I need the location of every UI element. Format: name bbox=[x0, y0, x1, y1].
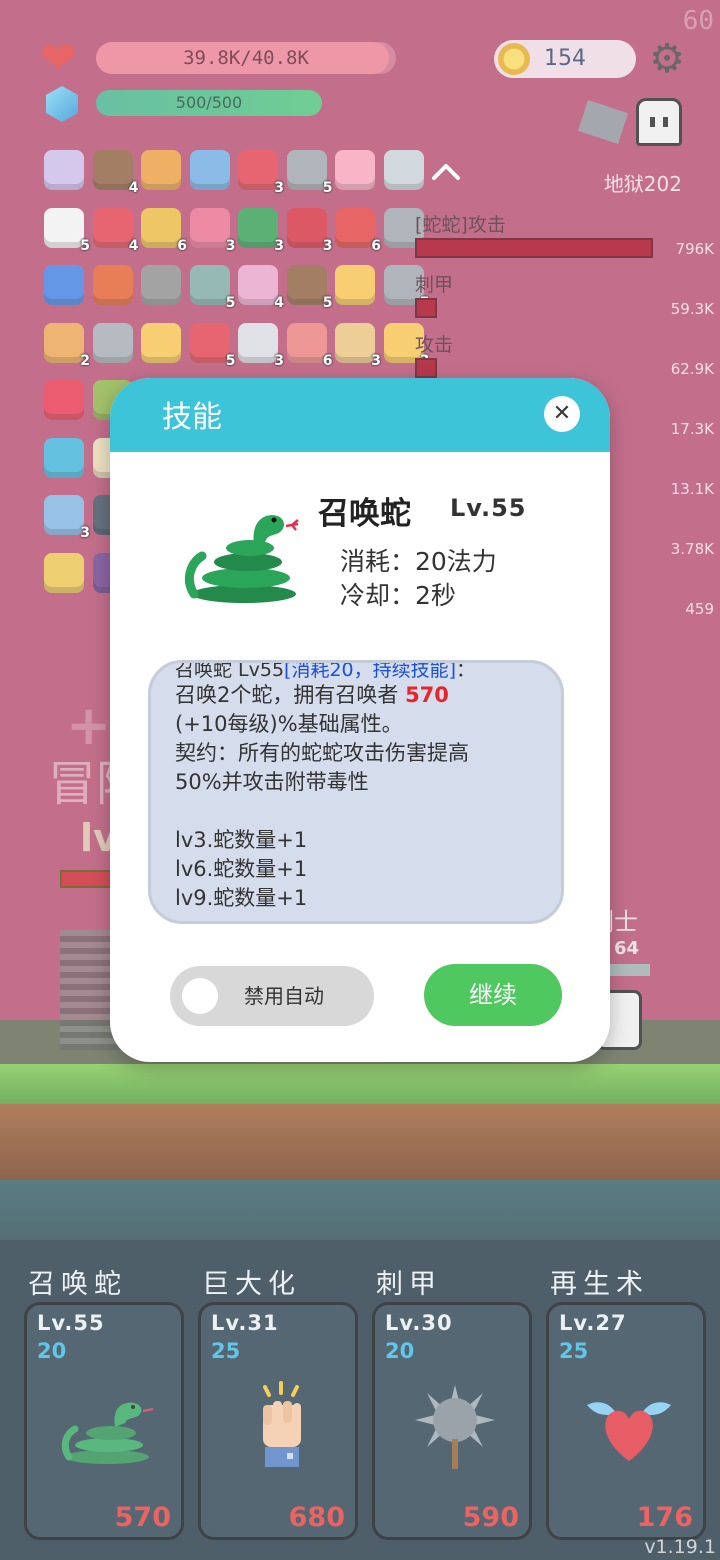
skill-cost: 消耗：20法力 bbox=[340, 547, 497, 576]
description-body: 召唤2个蛇，拥有召唤者 570 (+10每级)%基础属性。 契约：所有的蛇蛇攻击… bbox=[175, 681, 555, 913]
skill-level: Lv.55 bbox=[450, 494, 527, 522]
toggle-label: 禁用自动 bbox=[244, 984, 324, 1008]
bonus-lv3: lv3.蛇数量+1 bbox=[175, 828, 308, 852]
skill-name: 召唤蛇 bbox=[318, 496, 411, 532]
toggle-knob[interactable] bbox=[182, 978, 218, 1014]
attribute-percent: 570 bbox=[405, 683, 449, 707]
continue-button[interactable]: 继续 bbox=[424, 964, 562, 1026]
dialog-header: 技能 ✕ bbox=[110, 378, 610, 452]
skill-cooldown: 冷却：2秒 bbox=[340, 581, 456, 610]
close-icon[interactable]: ✕ bbox=[544, 396, 580, 432]
skill-description[interactable]: 召唤蛇 Lv55[消耗20，持续技能]： 召唤2个蛇，拥有召唤者 570 (+1… bbox=[148, 660, 564, 924]
disable-auto-toggle[interactable]: 禁用自动 bbox=[170, 966, 374, 1026]
description-header: 召唤蛇 Lv55[消耗20，持续技能]： bbox=[175, 660, 476, 681]
bonus-lv9: lv9.蛇数量+1 bbox=[175, 886, 308, 910]
skill-dialog: 技能 ✕ 召唤蛇 Lv.55 消耗：20法力 冷却：2秒 召唤蛇 Lv55[消耗… bbox=[110, 378, 610, 1062]
snake-icon bbox=[185, 515, 299, 603]
dialog-title: 技能 bbox=[162, 400, 222, 435]
bonus-lv6: lv6.蛇数量+1 bbox=[175, 857, 308, 881]
